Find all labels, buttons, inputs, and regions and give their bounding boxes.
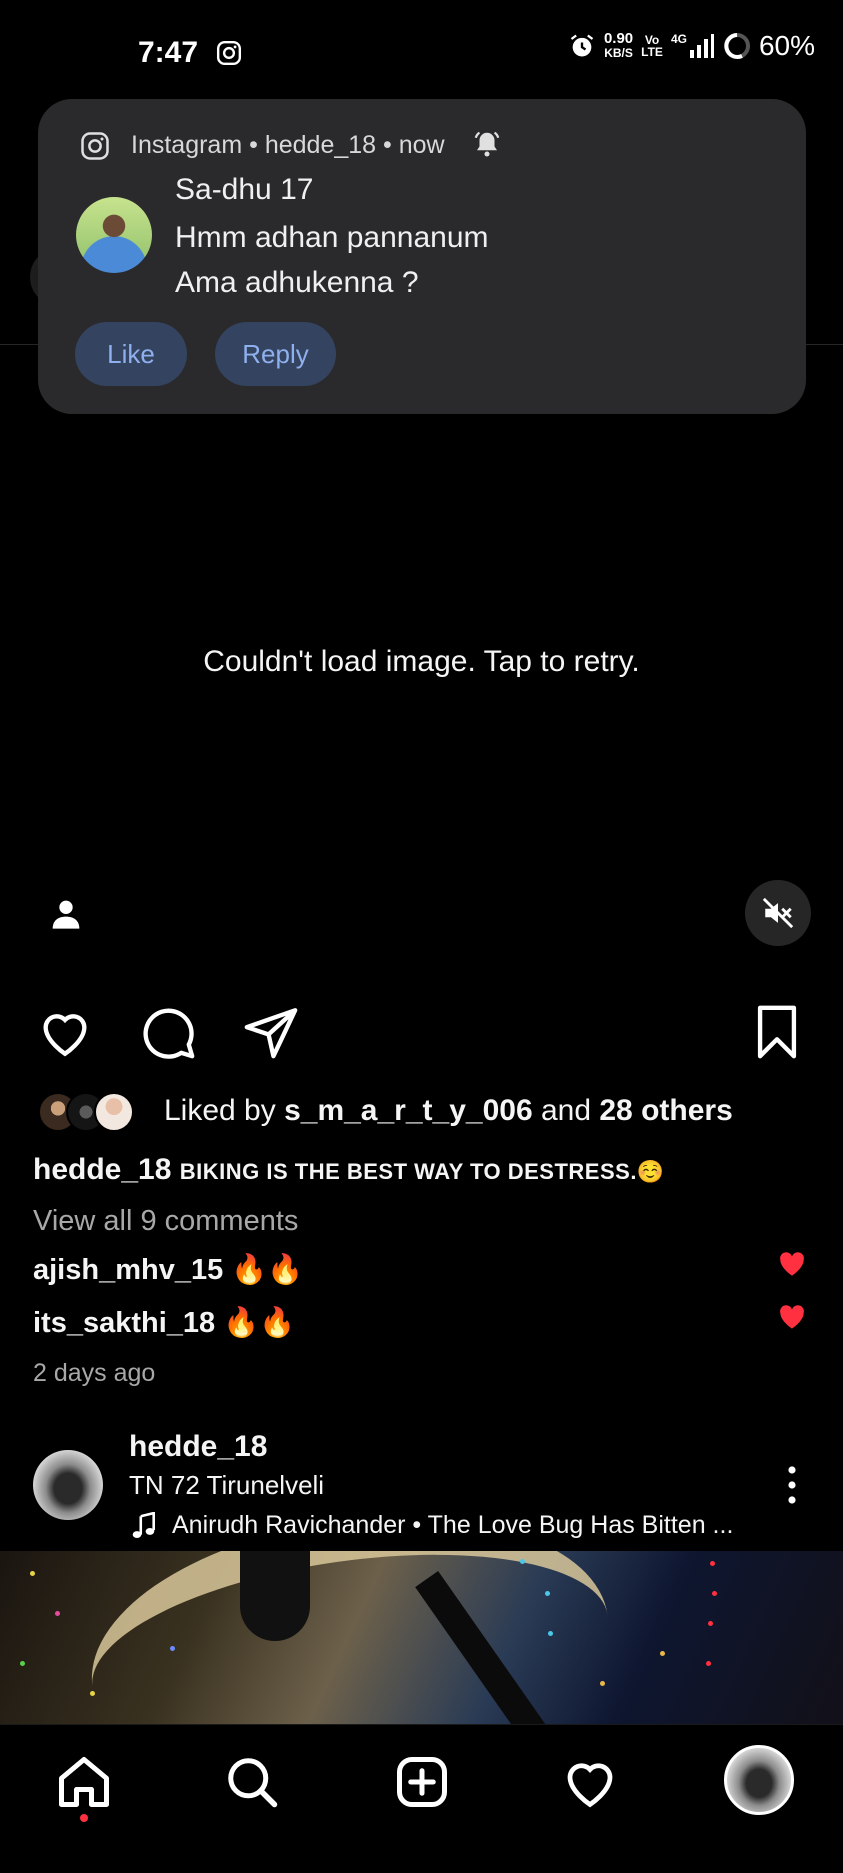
volte-indicator: Vo LTE: [641, 33, 663, 59]
post-caption: hedde_18 BIKING IS THE BEST WAY TO DESTR…: [33, 1153, 665, 1187]
tagged-people-icon[interactable]: [50, 898, 82, 930]
comment-username[interactable]: its_sakthi_18: [33, 1307, 215, 1339]
bookmark-icon[interactable]: [748, 1003, 806, 1061]
status-time: 7:47: [138, 36, 199, 69]
caption-text: BIKING IS THE BEST WAY TO DESTRESS.☺️: [179, 1159, 665, 1184]
comment-like-heart-icon[interactable]: [778, 1251, 806, 1277]
home-icon[interactable]: [54, 1752, 114, 1812]
next-post-username[interactable]: hedde_18: [129, 1430, 267, 1464]
comment-text: 🔥🔥: [231, 1254, 304, 1286]
comment-text: 🔥🔥: [223, 1307, 296, 1339]
likes-summary[interactable]: Liked by s_m_a_r_t_y_006 and 28 others: [164, 1094, 733, 1128]
notification-message-line1: Hmm adhan pannanum: [175, 221, 489, 254]
music-note-icon: [132, 1512, 155, 1539]
alarm-icon: [570, 34, 594, 57]
liker-avatars[interactable]: [38, 1092, 134, 1132]
next-post-location[interactable]: TN 72 Tirunelveli: [129, 1470, 324, 1501]
battery-icon: [723, 33, 750, 59]
view-all-comments-link[interactable]: View all 9 comments: [33, 1205, 298, 1238]
instagram-status-icon: [216, 40, 242, 66]
instagram-icon: [81, 132, 109, 160]
post-timestamp: 2 days ago: [33, 1359, 156, 1387]
status-indicators: 0.90 KB/S Vo LTE 4G 60%: [568, 30, 815, 62]
like-heart-icon[interactable]: [36, 1003, 94, 1061]
notification-message-line2: Ama adhukenna ?: [175, 266, 419, 299]
home-notification-dot: [80, 1814, 88, 1822]
more-options-icon[interactable]: [784, 1465, 800, 1505]
notification-reply-button[interactable]: Reply: [215, 322, 336, 386]
image-error-retry[interactable]: Couldn't load image. Tap to retry.: [0, 645, 843, 679]
notification-meta: Instagram • hedde_18 • now: [131, 131, 445, 159]
next-post-avatar[interactable]: [33, 1450, 103, 1520]
caption-username[interactable]: hedde_18: [33, 1153, 171, 1186]
notification-like-button[interactable]: Like: [75, 322, 187, 386]
profile-avatar-tab[interactable]: [724, 1745, 794, 1815]
comment-row: its_sakthi_18 🔥🔥: [33, 1306, 295, 1340]
share-icon[interactable]: [242, 1003, 300, 1061]
mute-button[interactable]: [745, 880, 811, 946]
search-icon[interactable]: [222, 1752, 282, 1812]
comment-row: ajish_mhv_15 🔥🔥: [33, 1253, 304, 1287]
liker-avatar: [94, 1092, 134, 1132]
next-post-music[interactable]: Anirudh Ravichander • The Love Bug Has B…: [172, 1511, 733, 1540]
comment-username[interactable]: ajish_mhv_15: [33, 1254, 223, 1286]
network-speed: 0.90 KB/S: [603, 30, 634, 60]
sender-avatar: [76, 197, 152, 273]
comment-like-heart-icon[interactable]: [778, 1304, 806, 1330]
signal-icon: 4G: [671, 33, 715, 59]
battery-percent: 60%: [758, 30, 815, 61]
bell-icon: [474, 131, 500, 157]
muted-speaker-icon: [762, 897, 794, 929]
create-post-icon[interactable]: [392, 1752, 452, 1812]
comment-icon[interactable]: [139, 1003, 197, 1061]
activity-heart-icon[interactable]: [560, 1752, 620, 1812]
notification-sender: Sa-dhu 17: [175, 173, 314, 206]
next-post-image[interactable]: [0, 1551, 843, 1724]
